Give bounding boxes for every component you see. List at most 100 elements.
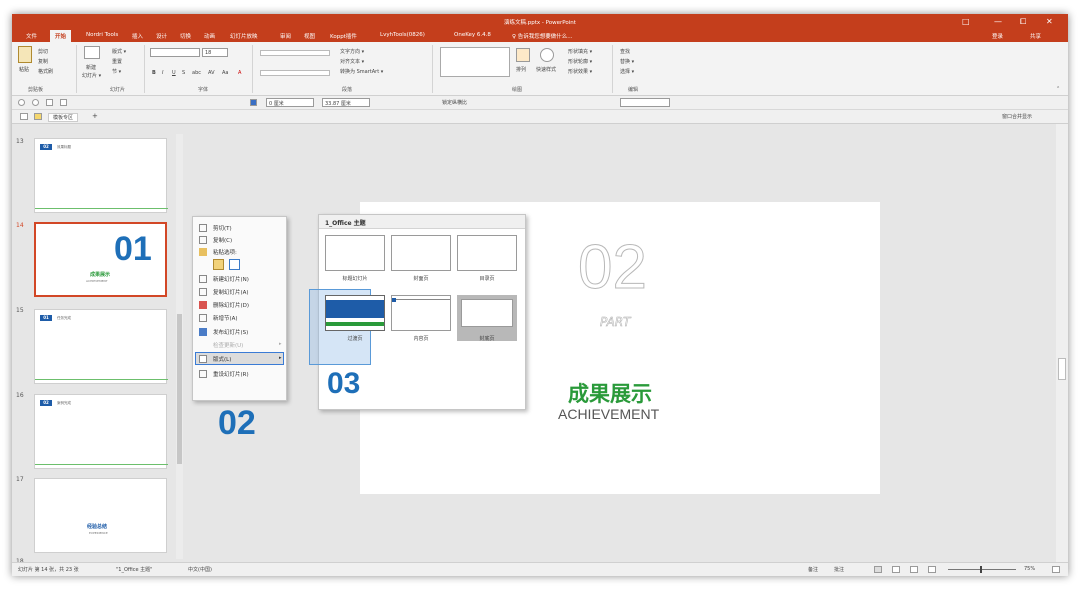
paste-keep-icon[interactable] bbox=[213, 259, 224, 270]
tab-file[interactable]: 文件 bbox=[26, 32, 37, 40]
language[interactable]: 中文(中国) bbox=[188, 566, 212, 573]
find-button[interactable]: 查找 bbox=[620, 48, 630, 55]
font-size-combo[interactable]: 18 bbox=[202, 48, 228, 57]
change-case-button[interactable]: Aa bbox=[222, 70, 228, 76]
tab-template-zone[interactable]: 模板专区 bbox=[48, 113, 79, 122]
tab-lvyhtools[interactable]: LvyhTools(0826) bbox=[380, 32, 425, 38]
text-direction-button[interactable]: 文字方向 ▾ bbox=[340, 48, 364, 55]
new-slide-icon[interactable] bbox=[84, 46, 100, 59]
slide-thumbnail-14[interactable]: 01 成果展示 ACHIEVEMENT bbox=[34, 222, 167, 297]
align-text-button[interactable]: 对齐文本 ▾ bbox=[340, 58, 364, 65]
comments-button[interactable]: 批注 bbox=[834, 566, 844, 573]
paste-icon[interactable] bbox=[18, 46, 32, 63]
menu-item-reset-slide[interactable]: 重设幻灯片(R) bbox=[213, 370, 249, 378]
folder-icon[interactable] bbox=[34, 113, 42, 120]
layout-transition[interactable] bbox=[325, 295, 385, 331]
zoom-level[interactable]: 75% bbox=[1024, 566, 1035, 572]
underline-button[interactable]: U bbox=[172, 70, 176, 76]
quick-styles-button[interactable]: 快速样式 bbox=[536, 66, 556, 73]
file-icon[interactable] bbox=[20, 113, 28, 120]
undo-icon[interactable] bbox=[18, 99, 25, 106]
notes-button[interactable]: 备注 bbox=[808, 566, 818, 573]
paste-picture-icon[interactable] bbox=[229, 259, 240, 270]
layout-back-cover[interactable] bbox=[461, 299, 513, 327]
scrollbar-thumb[interactable] bbox=[1058, 358, 1066, 380]
tab-design[interactable]: 设计 bbox=[156, 32, 167, 40]
arrange-icon[interactable] bbox=[516, 48, 530, 62]
maximize-button[interactable]: ⧠ bbox=[1020, 17, 1026, 26]
slide-thumbnail-17[interactable]: 经验总结 EXPERIENCE bbox=[34, 478, 167, 553]
tab-transitions[interactable]: 切换 bbox=[180, 32, 191, 40]
menu-item-delete-slide[interactable]: 删除幻灯片(D) bbox=[213, 301, 249, 309]
layout-content[interactable] bbox=[391, 295, 451, 331]
menu-item-duplicate-slide[interactable]: 复制幻灯片(A) bbox=[213, 288, 249, 296]
font-name-combo[interactable] bbox=[150, 48, 200, 57]
slide-thumbnail-15[interactable]: 01 任务完成 bbox=[34, 309, 168, 384]
height-input[interactable]: 33.87 厘米 bbox=[322, 98, 370, 107]
menu-item-layout[interactable]: 版式(L) bbox=[213, 355, 231, 363]
tab-view[interactable]: 视图 bbox=[304, 32, 315, 40]
menu-item-layout-highlight[interactable] bbox=[195, 352, 284, 365]
sign-in-link[interactable]: 登录 bbox=[992, 32, 1003, 40]
shape-tool-icon[interactable] bbox=[46, 99, 53, 106]
reset-button[interactable]: 重置 bbox=[112, 58, 122, 65]
select-button[interactable]: 选择 ▾ bbox=[620, 68, 634, 75]
paste-button[interactable]: 粘贴 bbox=[19, 66, 29, 73]
sorter-view-icon[interactable] bbox=[892, 566, 900, 573]
shape-fill-button[interactable]: 形状填充 ▾ bbox=[568, 48, 592, 55]
close-button[interactable]: ✕ bbox=[1046, 17, 1053, 26]
shape-effects-button[interactable]: 形状效果 ▾ bbox=[568, 68, 592, 75]
menu-item-new-slide[interactable]: 新建幻灯片(N) bbox=[213, 275, 249, 283]
slide-thumbnail-16[interactable]: 02 案例完成 bbox=[34, 394, 168, 469]
replace-button[interactable]: 替换 ▾ bbox=[620, 58, 634, 65]
cut-button[interactable]: 剪切 bbox=[38, 48, 48, 55]
layout-toc[interactable] bbox=[457, 235, 517, 271]
new-slide-button[interactable]: 新建 bbox=[86, 64, 96, 71]
minimize-button[interactable]: — bbox=[994, 17, 1002, 26]
alignment-icon[interactable] bbox=[260, 70, 330, 76]
fill-color-icon[interactable] bbox=[250, 99, 257, 106]
layout-title-slide[interactable] bbox=[325, 235, 385, 271]
convert-smartart-button[interactable]: 转换为 SmartArt ▾ bbox=[340, 68, 383, 75]
menu-item-cut[interactable]: 剪切(T) bbox=[213, 224, 232, 232]
tab-koppt[interactable]: Koppt插件 bbox=[330, 32, 357, 40]
slide-thumbnail-13[interactable]: 02 效果标题 bbox=[34, 138, 168, 213]
quick-styles-icon[interactable] bbox=[540, 48, 554, 62]
italic-button[interactable]: I bbox=[162, 70, 163, 76]
redo-icon[interactable] bbox=[32, 99, 39, 106]
lock-aspect-checkbox[interactable]: 锁定纵横比 bbox=[442, 99, 467, 106]
menu-item-publish[interactable]: 发布幻灯片(S) bbox=[213, 328, 248, 336]
tab-home[interactable]: 开始 bbox=[50, 30, 72, 42]
collapse-ribbon-icon[interactable]: ⌃ bbox=[1056, 86, 1060, 92]
add-tab-button[interactable]: + bbox=[92, 112, 98, 120]
tab-onekey[interactable]: OneKey 6.4.8 bbox=[454, 32, 491, 38]
layout-button[interactable]: 版式 ▾ bbox=[112, 48, 126, 55]
menu-item-copy[interactable]: 复制(C) bbox=[213, 236, 232, 244]
editor-scrollbar[interactable] bbox=[1056, 124, 1068, 562]
tab-animations[interactable]: 动画 bbox=[204, 32, 215, 40]
strike-button[interactable]: S bbox=[182, 70, 185, 76]
format-painter-button[interactable]: 格式刷 bbox=[38, 68, 53, 75]
tab-slideshow[interactable]: 幻灯片放映 bbox=[230, 32, 258, 40]
ribbon-display-icon[interactable]: □ bbox=[962, 17, 970, 26]
bold-button[interactable]: B bbox=[152, 70, 156, 76]
width-input[interactable]: 0 厘米 bbox=[266, 98, 314, 107]
tab-insert[interactable]: 插入 bbox=[132, 32, 143, 40]
line-tool-icon[interactable] bbox=[60, 99, 67, 106]
bullets-icon[interactable] bbox=[260, 50, 330, 56]
new-slide-dropdown[interactable]: 幻灯片 ▾ bbox=[82, 72, 101, 79]
tab-review[interactable]: 审阅 bbox=[280, 32, 291, 40]
share-button[interactable]: 共享 bbox=[1030, 32, 1041, 40]
zoom-slider-thumb[interactable] bbox=[980, 566, 982, 573]
reading-view-icon[interactable] bbox=[910, 566, 918, 573]
strikethrough-abc-button[interactable]: abc bbox=[192, 70, 201, 76]
tab-nordri[interactable]: Nordri Tools bbox=[86, 32, 118, 38]
qat-combo[interactable] bbox=[620, 98, 670, 107]
fit-slide-icon[interactable] bbox=[1052, 566, 1060, 573]
char-spacing-button[interactable]: AV bbox=[208, 70, 215, 76]
layout-cover[interactable] bbox=[391, 235, 451, 271]
shapes-gallery[interactable] bbox=[440, 47, 510, 77]
normal-view-icon[interactable] bbox=[874, 566, 882, 573]
shape-outline-button[interactable]: 形状轮廓 ▾ bbox=[568, 58, 592, 65]
merge-windows-button[interactable]: 窗口合并显示 bbox=[1002, 113, 1032, 120]
